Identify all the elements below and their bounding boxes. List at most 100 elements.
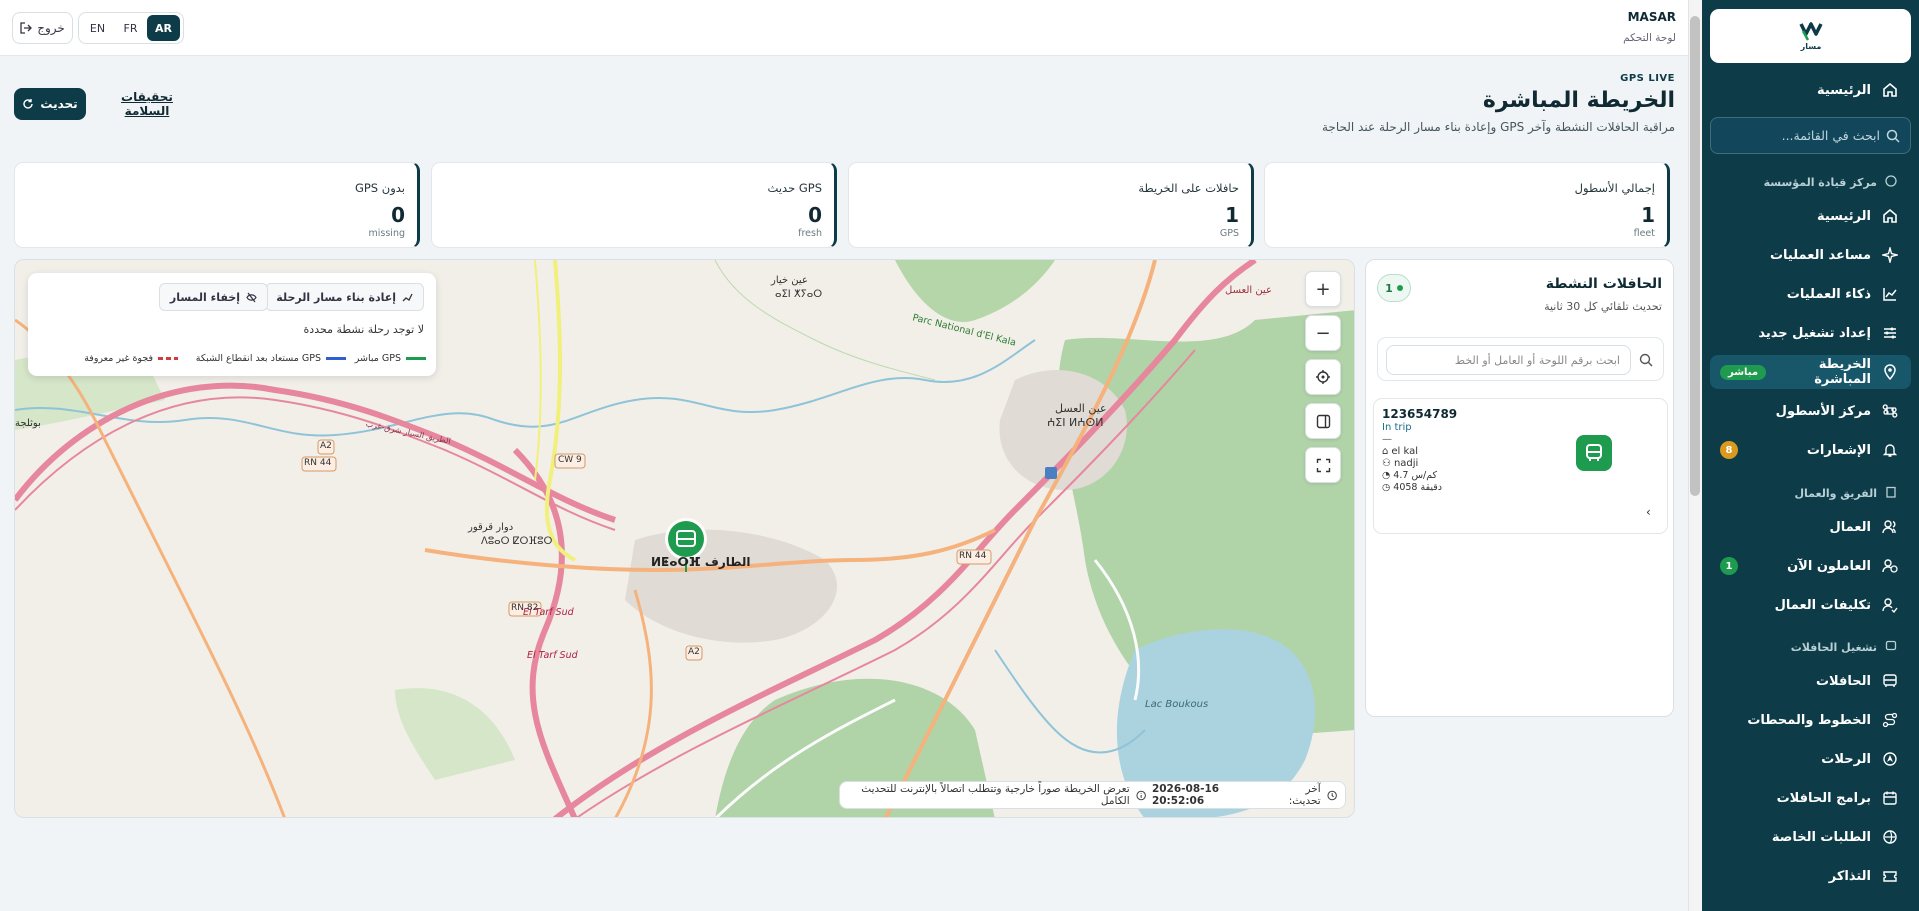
sidebar-item-label: الرحلات <box>1821 751 1871 767</box>
legend-label: فجوة غير معروفة <box>84 353 153 364</box>
sidebar-item-special-requests[interactable]: الطلبات الخاصة <box>1710 820 1911 854</box>
stat-value: 1 <box>1641 203 1655 227</box>
sidebar-item-notifications[interactable]: الإشعارات 8 <box>1710 433 1911 467</box>
package-icon <box>1881 828 1899 846</box>
home-icon <box>1881 207 1899 225</box>
page-kicker: GPS LIVE <box>1620 73 1675 84</box>
sidebar-section-team: الفريق والعمال <box>1710 482 1911 504</box>
language-switcher: EN FR AR <box>78 12 184 44</box>
bus-search-input[interactable]: ابحث برقم اللوحة أو العامل أو الخط <box>1386 345 1631 375</box>
stat-sub: missing <box>368 228 405 239</box>
fullscreen-button[interactable] <box>1305 447 1341 483</box>
rebuild-trip-label: إعادة بناء مسار الرحلة <box>276 290 396 304</box>
legend-swatch-green <box>406 357 426 360</box>
sparkle-icon <box>1881 246 1899 264</box>
stat-value: 1 <box>1225 203 1239 227</box>
map-label-road-rn82: RN 82 <box>511 603 539 613</box>
page-title: الخريطة المباشرة <box>1482 88 1675 113</box>
bus-speed-row: ◔ 4.7 كم/س <box>1382 470 1532 481</box>
sidebar-item-bus-programs[interactable]: برامج الحافلات <box>1710 781 1911 815</box>
command-icon <box>1881 402 1899 420</box>
map-label-lake: Lac Boukous <box>1145 699 1209 710</box>
sidebar-item-live-map[interactable]: الخريطة المباشرة مباشر <box>1710 355 1911 389</box>
map-tiles-note: تعرض الخريطة صوراً خارجية وتتطلب اتصالاً… <box>861 783 1130 807</box>
compass-icon <box>1885 174 1897 190</box>
stat-card-fresh-gps: GPS حديث 0 fresh <box>431 162 837 248</box>
page-scrollbar-thumb[interactable] <box>1690 16 1700 496</box>
sidebar-item-worker-assignments[interactable]: تكليفات العمال <box>1710 588 1911 622</box>
stat-title: إجمالي الأسطول <box>1574 181 1655 195</box>
sidebar-item-workers[interactable]: العمال <box>1710 510 1911 544</box>
logout-button[interactable]: خروج <box>12 12 73 44</box>
search-icon <box>1639 353 1653 367</box>
safety-investigations-link[interactable]: تحقيقات السلامة <box>102 90 192 118</box>
toggle-panel-button[interactable] <box>1305 403 1341 439</box>
sidebar-section-title: الفريق والعمال <box>1794 486 1877 500</box>
active-buses-count: 1 <box>1377 274 1411 302</box>
home-icon <box>1881 81 1899 99</box>
legend-swatch-red-dashed <box>158 357 178 360</box>
brand-logo[interactable]: مسار <box>1710 9 1911 63</box>
workers-now-count-badge: 1 <box>1720 557 1738 575</box>
map-label-northeast: عين العسل <box>1225 285 1272 296</box>
refresh-button[interactable]: تحديث <box>14 88 86 120</box>
sidebar-item-ops-intelligence[interactable]: ذكاء العمليات <box>1710 277 1911 311</box>
locate-button[interactable] <box>1305 359 1341 395</box>
legend-label: GPS مستعاد بعد انقطاع الشبكة <box>195 353 321 364</box>
active-buses-panel: الحافلات النشطة تحديث تلقائي كل 30 ثانية… <box>1365 259 1674 717</box>
logout-label: خروج <box>37 21 65 35</box>
clock-icon: ◷ <box>1382 482 1391 493</box>
sidebar-item-tickets[interactable]: التذاكر <box>1710 859 1911 893</box>
zoom-in-button[interactable]: + <box>1305 271 1341 307</box>
sidebar-item-buses[interactable]: الحافلات <box>1710 664 1911 698</box>
map-label-town-east-tf: ⵄⵉⵏ ⵍⵄⵙⵍ <box>1047 416 1104 429</box>
bus-line-row: ⌂ el kal <box>1382 446 1532 457</box>
map-pin-icon <box>1881 363 1899 381</box>
stat-value: 0 <box>808 203 822 227</box>
sidebar-item-home-top[interactable]: الرئيسية <box>1710 73 1911 107</box>
map-label-road-cw9: CW 9 <box>558 455 582 465</box>
clock-icon <box>1327 790 1337 800</box>
active-count-value: 1 <box>1385 281 1393 295</box>
legend-restored-gps: GPS مستعاد بعد انقطاع الشبكة <box>196 353 346 364</box>
app-subtitle: لوحة التحكم <box>1623 32 1676 44</box>
sidebar-item-trips[interactable]: الرحلات <box>1710 742 1911 776</box>
building-icon <box>1885 486 1897 501</box>
speedometer-icon: ◔ <box>1382 470 1391 481</box>
sidebar-item-new-operation[interactable]: إعداد تشغيل جديد <box>1710 316 1911 350</box>
sidebar-item-home[interactable]: الرئيسية <box>1710 199 1911 233</box>
sidebar-item-fleet-center[interactable]: مركز الأسطول <box>1710 394 1911 428</box>
last-update-time: 2026-08-16 20:52:06 <box>1151 783 1220 807</box>
legend-label: GPS مباشر <box>354 353 401 364</box>
map-label-village-west-ar: دوار قرقور <box>468 522 514 533</box>
bus-search-placeholder: ابحث برقم اللوحة أو العامل أو الخط <box>1454 353 1620 367</box>
map-label-town-east-ar: عين العسل <box>1055 402 1107 415</box>
lang-ar-button[interactable]: AR <box>147 15 180 41</box>
sidebar-search-input[interactable]: ابحث في القائمة... <box>1710 117 1911 154</box>
bus-avatar <box>1576 435 1612 471</box>
hide-route-button[interactable]: إخفاء المسار <box>158 283 268 311</box>
sidebar-item-label: مركز الأسطول <box>1775 403 1871 419</box>
legend-live-gps: GPS مباشر <box>355 353 426 364</box>
lang-en-button[interactable]: EN <box>81 15 114 41</box>
fullscreen-icon <box>1316 458 1330 472</box>
sidebar-item-ops-assistant[interactable]: مساعد العمليات <box>1710 238 1911 272</box>
bus-dash: — <box>1382 434 1392 445</box>
rebuild-trip-button[interactable]: إعادة بناء مسار الرحلة <box>265 283 424 311</box>
bus-list-item[interactable]: 123654789 In trip — ⌂ el kal ⚇ nadji ◔ 4.7 … <box>1373 398 1668 534</box>
sidebar-item-workers-now[interactable]: العاملون الآن 1 <box>1710 549 1911 583</box>
chevron-left-icon[interactable]: › <box>1646 505 1651 519</box>
live-badge: مباشر <box>1720 364 1767 380</box>
sidebar-item-lines-stations[interactable]: الخطوط والمحطات <box>1710 703 1911 737</box>
sliders-icon <box>1881 324 1899 342</box>
page-description: مراقبة الحافلات النشطة وآخر GPS وإعادة ب… <box>1321 120 1675 134</box>
zoom-out-button[interactable]: − <box>1305 315 1341 351</box>
refresh-icon <box>23 99 34 109</box>
stat-sub: fleet <box>1633 228 1655 239</box>
bus-worker: nadji <box>1393 458 1419 469</box>
bell-icon <box>1881 441 1899 459</box>
bus-details: 123654789 In trip — ⌂ el kal ⚇ nadji ◔ 4.7 … <box>1382 407 1532 493</box>
lang-fr-button[interactable]: FR <box>114 15 147 41</box>
chart-icon <box>1881 285 1899 303</box>
stat-card-fleet-total: إجمالي الأسطول 1 fleet <box>1264 162 1670 248</box>
